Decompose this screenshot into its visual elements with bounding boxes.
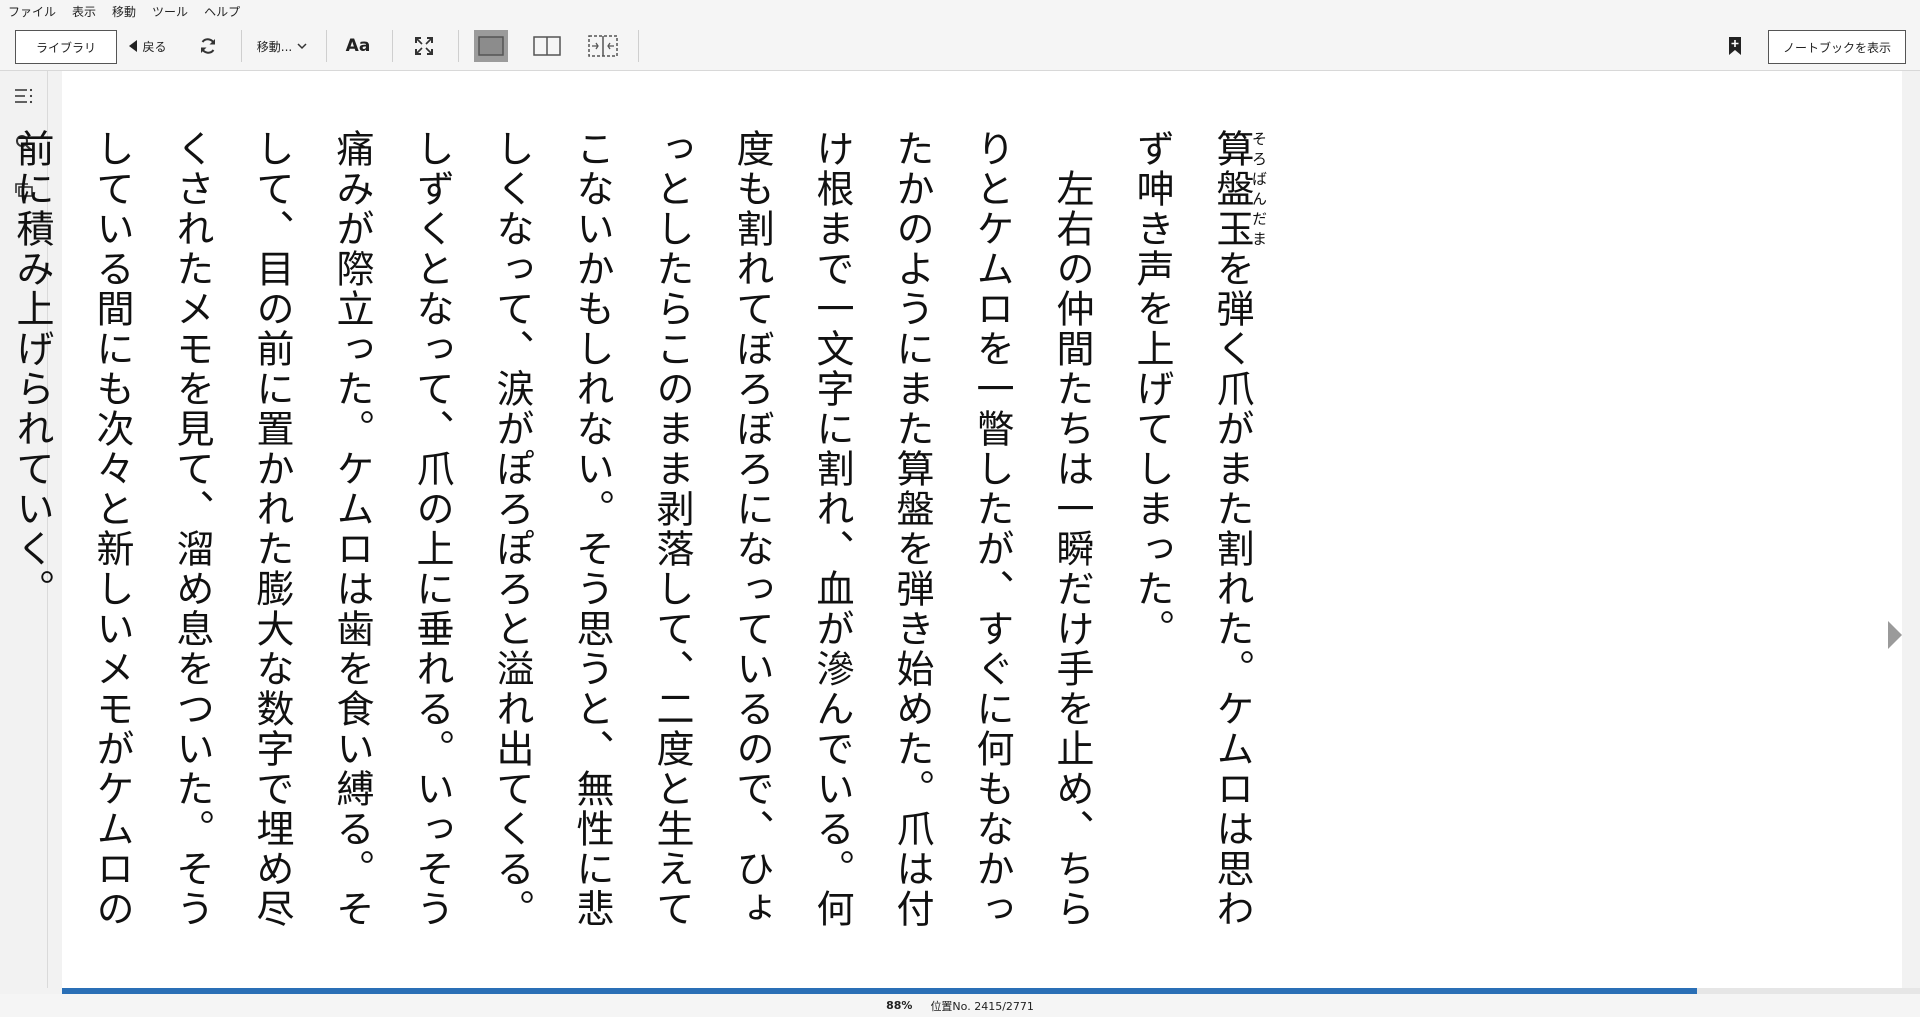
back-label: 戻る [142, 39, 167, 54]
toolbar-separator [638, 30, 639, 62]
paragraph: 左右の仲間たちは一瞬だけ手を止め、ちらりとケムロを一瞥したが、すぐに何もなかった… [0, 129, 1112, 949]
toolbar-separator [458, 30, 459, 62]
two-page-icon [533, 36, 561, 56]
toolbar-separator [392, 30, 393, 62]
paragraph: 算盤玉そろばんだまを弾く爪がまた割れた。ケムロは思わず呻き声を上げてしまった。 [1112, 129, 1272, 949]
table-of-contents-icon [15, 88, 33, 104]
sync-button[interactable] [192, 30, 224, 62]
menu-help[interactable]: ヘルプ [196, 3, 248, 20]
show-notebook-button[interactable]: ノートブックを表示 [1768, 30, 1906, 64]
paragraph-text: 左右の仲間たちは一瞬だけ手を止め、ちらりとケムロを一瞥したが、すぐに何もなかった… [10, 129, 1094, 929]
ruby-word: 算盤玉そろばんだま [1210, 129, 1268, 249]
progress-percent: 88% [886, 999, 913, 1012]
font-settings-button[interactable]: Aa [340, 30, 376, 62]
toolbar-separator [241, 30, 242, 62]
font-label: Aa [345, 36, 371, 56]
menu-go[interactable]: 移動 [104, 3, 144, 20]
ruby-reading: そろばんだま [1250, 129, 1268, 249]
toolbar: ライブラリ 戻る 移動... Aa ノートブックを表示 [0, 22, 1920, 71]
back-button[interactable]: 戻る [126, 30, 170, 62]
menu-tools[interactable]: ツール [144, 3, 196, 20]
table-of-contents-button[interactable] [12, 84, 36, 108]
single-page-icon [478, 36, 504, 56]
notebook-label: ノートブックを表示 [1782, 40, 1891, 55]
bookmark-button[interactable] [1722, 30, 1748, 62]
single-page-view-button[interactable] [474, 30, 508, 62]
paragraph-text: を弾く爪がまた割れた。ケムロは思わず呻き声を上げてしまった。 [1130, 129, 1254, 929]
toolbar-separator [326, 30, 327, 62]
book-text: 算盤玉そろばんだまを弾く爪がまた割れた。ケムロは思わず呻き声を上げてしまった。 … [0, 129, 1272, 949]
back-arrow-icon [129, 40, 138, 52]
menu-file[interactable]: ファイル [0, 3, 64, 20]
page-flip-view-button[interactable] [586, 30, 620, 62]
location-indicator: 位置No. 2415/2771 [930, 999, 1034, 1013]
next-page-arrow-icon[interactable] [1888, 621, 1902, 649]
library-label: ライブラリ [35, 40, 96, 55]
chevron-down-icon [297, 42, 307, 49]
bookmark-add-icon [1729, 37, 1741, 55]
fullscreen-icon [415, 37, 433, 55]
menu-view[interactable]: 表示 [64, 3, 104, 20]
goto-dropdown[interactable]: 移動... [250, 30, 314, 62]
two-page-view-button[interactable] [530, 30, 564, 62]
ruby-base: 算盤玉 [1210, 129, 1254, 249]
library-button[interactable]: ライブラリ [15, 30, 117, 64]
page-flip-icon [588, 35, 618, 57]
menu-bar: ファイル 表示 移動 ツール ヘルプ [0, 0, 1920, 22]
reading-page[interactable]: 算盤玉そろばんだまを弾く爪がまた割れた。ケムロは思わず呻き声を上げてしまった。 … [10, 71, 1902, 988]
goto-label: 移動... [256, 39, 293, 54]
fullscreen-button[interactable] [406, 30, 442, 62]
sync-icon [201, 38, 215, 54]
status-bar: 88% 位置No. 2415/2771 [0, 994, 1920, 1017]
